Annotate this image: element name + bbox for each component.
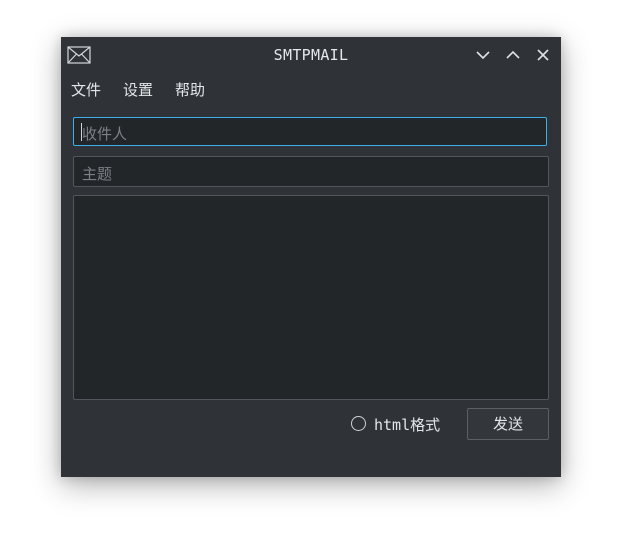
message-body-textarea[interactable] xyxy=(73,195,549,400)
menu-file[interactable]: 文件 xyxy=(71,79,101,100)
send-button[interactable]: 发送 xyxy=(467,408,549,440)
menu-settings[interactable]: 设置 xyxy=(123,79,153,100)
recipient-placeholder: 收件人 xyxy=(82,125,128,143)
close-icon[interactable] xyxy=(535,47,551,63)
html-format-radio[interactable] xyxy=(351,416,366,431)
subject-placeholder: 主题 xyxy=(82,165,113,183)
html-format-label-prefix: html xyxy=(374,416,411,434)
recipient-input[interactable]: 收件人 xyxy=(73,117,547,146)
html-format-label-suffix: 格式 xyxy=(410,416,441,434)
smtpmail-window: SMTPMAIL 文件 设置 帮助 收件人 主题 html格式 发送 xyxy=(61,37,561,477)
title-bar[interactable]: SMTPMAIL xyxy=(61,37,561,73)
subject-input[interactable]: 主题 xyxy=(73,156,549,187)
maximize-icon[interactable] xyxy=(505,47,521,63)
minimize-icon[interactable] xyxy=(475,47,491,63)
menu-help[interactable]: 帮助 xyxy=(175,79,205,100)
html-format-label: html格式 xyxy=(374,414,440,435)
